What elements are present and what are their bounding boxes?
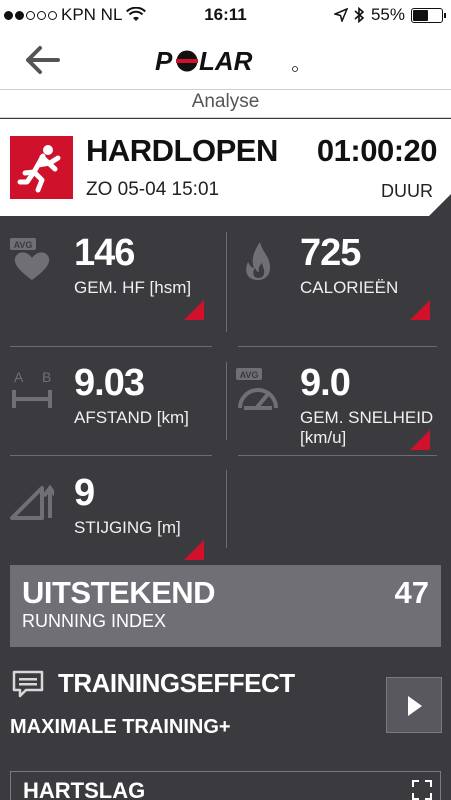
speech-bubble-icon xyxy=(12,670,44,698)
detail-indicator xyxy=(184,540,204,560)
status-right: 55% xyxy=(333,5,446,25)
ascent-icon xyxy=(10,484,54,520)
battery-icon xyxy=(411,7,446,23)
duration-label: DUUR xyxy=(381,181,433,201)
session-datetime: ZO 05-04 15:01 xyxy=(86,179,220,200)
metric-calories[interactable]: 725 CALORIEËN xyxy=(226,222,442,332)
detail-indicator xyxy=(410,300,430,320)
detail-indicator xyxy=(410,430,430,450)
grid-divider xyxy=(10,455,212,456)
expand-icon[interactable] xyxy=(412,780,432,800)
grid-divider xyxy=(226,470,227,548)
svg-text:P: P xyxy=(155,46,173,75)
running-index-value: 47 xyxy=(394,575,429,610)
calories-value: 725 xyxy=(300,232,361,274)
distance-icon-a: A xyxy=(14,369,24,385)
heart-rate-value: 146 xyxy=(74,232,135,274)
grid-divider xyxy=(238,455,437,456)
training-effect-title: TRAININGSEFFECT xyxy=(58,668,295,698)
svg-text:LAR: LAR xyxy=(199,46,253,75)
grid-divider xyxy=(226,232,227,332)
flame-icon xyxy=(246,242,270,280)
back-arrow-icon[interactable] xyxy=(24,44,64,76)
metric-ascent[interactable]: 9 STIJGING [m] xyxy=(0,462,216,572)
distance-value: 9.03 xyxy=(74,362,145,404)
ascent-label: STIJGING [m] xyxy=(74,518,181,537)
sport-name: HARDLOPEN xyxy=(86,133,278,168)
grid-divider xyxy=(10,346,212,347)
page-subtitle: Analyse xyxy=(0,90,451,118)
running-index-rating: UITSTEKEND xyxy=(22,575,216,610)
training-effect-open-button[interactable] xyxy=(386,677,442,733)
app-header: P LAR xyxy=(0,30,451,90)
metric-heart-rate[interactable]: AVG 146 GEM. HF [hsm] xyxy=(0,222,216,332)
session-duration: 01:00:20 xyxy=(316,133,438,168)
metric-speed[interactable]: AVG 9.0 GEM. SNELHEID [km/u] xyxy=(226,352,442,462)
session-summary-card[interactable]: HARDLOPEN ZO 05-04 15:01 01:00:20 DUUR xyxy=(0,119,451,216)
detail-indicator xyxy=(184,300,204,320)
battery-percentage: 55% xyxy=(370,5,405,24)
distance-icon: A B xyxy=(12,369,52,408)
training-effect-value: MAXIMALE TRAINING+ xyxy=(10,716,231,738)
distance-icon-b: B xyxy=(42,369,51,385)
metric-distance[interactable]: A B 9.03 AFSTAND [km] xyxy=(0,352,216,462)
heart-rate-section-title: HARTSLAG xyxy=(23,778,146,800)
play-icon xyxy=(408,696,422,716)
avg-badge: AVG xyxy=(240,370,259,380)
grid-divider xyxy=(238,346,437,347)
speed-value: 9.0 xyxy=(300,362,351,404)
running-index-panel[interactable]: UITSTEKEND RUNNING INDEX 47 xyxy=(10,565,441,647)
speedometer-icon: AVG xyxy=(236,368,278,410)
bluetooth-icon xyxy=(354,7,365,23)
heart-rate-label: GEM. HF [hsm] xyxy=(74,278,192,297)
running-icon xyxy=(10,136,73,199)
heart-rate-section[interactable]: HARTSLAG xyxy=(10,771,441,800)
avg-badge: AVG xyxy=(14,240,33,250)
calories-label: CALORIEËN xyxy=(300,278,399,297)
running-index-label: RUNNING INDEX xyxy=(22,611,167,631)
distance-label: AFSTAND [km] xyxy=(74,408,189,427)
polar-logo: P LAR xyxy=(155,46,298,75)
grid-divider xyxy=(226,362,227,440)
status-bar: KPN NL 16:11 55% xyxy=(0,0,451,30)
ascent-value: 9 xyxy=(74,472,95,514)
location-arrow-icon xyxy=(333,8,348,22)
battery-fill xyxy=(413,9,428,21)
heart-icon: AVG xyxy=(10,238,50,280)
corner-indicator xyxy=(429,194,451,216)
